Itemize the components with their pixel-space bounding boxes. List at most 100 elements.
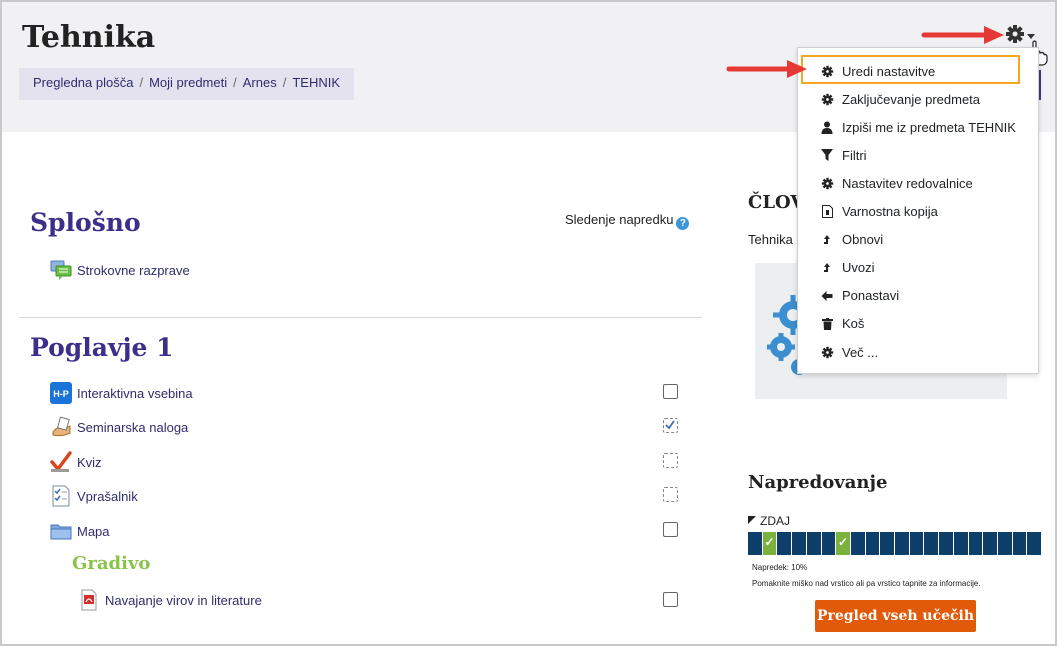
section-title-chapter-1: Poglavje 1 [30,333,174,362]
quiz-icon [50,451,72,473]
progress-segment[interactable] [850,532,866,555]
progress-segment[interactable] [777,532,793,555]
checkmark-icon [665,420,675,430]
activity-label: Strokovne razprave [77,262,190,278]
completion-checkbox[interactable] [663,522,678,537]
activity-h5p[interactable]: H-P Interaktivna vsebina [50,381,193,405]
menu-item-label: Filtri [842,147,867,163]
menu-item-label: Izpiši me iz predmeta TEHNIK [842,119,1016,135]
activity-quiz[interactable]: Kviz [50,450,102,474]
completion-checkbox[interactable] [663,384,678,399]
progress-segment[interactable] [1012,532,1028,555]
menu-item-uvozi[interactable]: Uvozi [798,255,1038,281]
activity-questionnaire[interactable]: Vprašalnik [50,484,138,508]
annotation-arrow-icon [921,26,1004,44]
progress-now-label: ZDAJ [760,514,790,528]
all-learners-button[interactable]: Pregled vseh učečih [815,600,976,632]
page-title: Tehnika [22,20,156,55]
menu-item-label: Ponastavi [842,288,900,304]
activity-label: Vprašalnik [77,488,138,504]
import-icon [820,261,834,275]
menu-item-obnovi[interactable]: Obnovi [798,227,1038,253]
progress-now-marker: ZDAJ [748,514,790,528]
activity-folder[interactable]: Mapa [50,519,110,543]
completion-checkbox[interactable] [663,453,678,468]
trash-icon [820,317,834,331]
progress-segment[interactable] [748,532,763,555]
activity-assignment[interactable]: Seminarska naloga [50,415,188,439]
arrow-left-icon [820,289,834,303]
people-block-text: Tehnika [748,232,793,247]
menu-item-filtri[interactable]: Filtri [798,142,1038,168]
activity-forum[interactable]: Strokovne razprave [50,258,190,282]
breadcrumb-item-arnes[interactable]: Arnes [243,75,277,90]
progress-segment[interactable] [792,532,807,555]
progress-block-heading: Napredovanje [748,472,888,493]
progress-segment[interactable] [953,532,969,555]
progress-segment[interactable] [909,532,925,555]
activity-label: Navajanje virov in literature [105,592,262,608]
progress-segment[interactable] [1027,532,1043,555]
folder-icon [50,520,72,542]
progress-segment[interactable] [895,532,910,555]
pdf-icon [78,589,100,611]
subsection-heading: Gradivo [72,553,151,574]
menu-item-zaključevanje-predmeta[interactable]: Zaključevanje predmeta [798,86,1038,112]
progress-segment[interactable] [865,532,881,555]
progress-segment-complete[interactable] [762,532,778,555]
breadcrumb-item-my-courses[interactable]: Moji predmeti [149,75,227,90]
h5p-icon: H-P [50,382,72,404]
menu-item-label: Zaključevanje predmeta [842,91,981,107]
breadcrumb-item-course[interactable]: TEHNIK [292,75,340,90]
menu-item-label: Obnovi [842,232,884,248]
gear-icon [820,92,834,106]
breadcrumb-item-dashboard[interactable]: Pregledna plošča [33,75,133,90]
screenshot-frame: Tehnika Pregledna plošča / Moji predmeti / A… [0,0,1057,646]
activity-label: Mapa [77,523,110,539]
now-triangle-icon [748,516,756,524]
course-actions-dropdown: Uredi nastavitve Zaključevanje predmeta Iz… [797,47,1039,374]
menu-item-label: Varnostna kopija [842,204,938,219]
menu-item-varnostna-kopija[interactable]: Varnostna kopija [798,199,1038,225]
menu-item-label: Nastavitev redovalnice [842,175,973,191]
progress-segment[interactable] [939,532,954,555]
progress-percent-text: Napredek: 10% [752,563,808,572]
gear-icon [820,345,834,359]
people-block-heading: ČLOV [748,192,805,213]
menu-item-nastavitev-redovalnice[interactable]: Nastavitev redovalnice [798,170,1038,196]
completion-checkbox-checked[interactable] [663,418,678,433]
restore-icon [820,233,834,247]
completion-checkbox[interactable] [663,487,678,502]
menu-item-label: Več ... [842,344,879,360]
activity-label: Seminarska naloga [77,419,189,435]
progress-segment-complete[interactable] [836,532,851,555]
progress-segment[interactable] [880,532,896,555]
progress-bar[interactable] [748,532,1043,555]
breadcrumb: Pregledna plošča / Moji predmeti / Arnes / TEH… [19,68,355,100]
menu-item-izpiši-me-iz-predmeta-tehnik[interactable]: Izpiši me iz predmeta TEHNIK [798,114,1038,140]
progress-tracking-label: Sledenje napredku? [565,212,690,230]
progress-segment[interactable] [968,532,984,555]
help-icon[interactable]: ? [676,217,690,230]
progress-segment[interactable] [983,532,998,555]
user-icon [820,120,834,134]
gear-icon [820,176,834,190]
menu-item-koš[interactable]: Koš [798,311,1038,337]
section-title-general: Splošno [30,208,141,237]
activity-pdf[interactable]: Navajanje virov in literature [78,588,262,612]
menu-item-label: Koš [842,316,865,332]
progress-hint-text: Pomaknite miško nad vrstico ali pa vrsti… [752,579,981,588]
assignment-icon [50,416,72,438]
menu-item-ponastavi[interactable]: Ponastavi [798,283,1038,309]
annotation-arrow-icon [726,60,807,78]
completion-checkbox[interactable] [663,592,678,607]
progress-segment[interactable] [997,532,1013,555]
progress-segment[interactable] [821,532,837,555]
progress-segment[interactable] [924,532,940,555]
section-divider [19,317,702,318]
questionnaire-icon [50,485,72,507]
menu-item-več[interactable]: Več ... [798,339,1038,365]
annotation-highlight-box [801,55,1020,84]
filter-icon [820,148,834,162]
progress-segment[interactable] [806,532,822,555]
